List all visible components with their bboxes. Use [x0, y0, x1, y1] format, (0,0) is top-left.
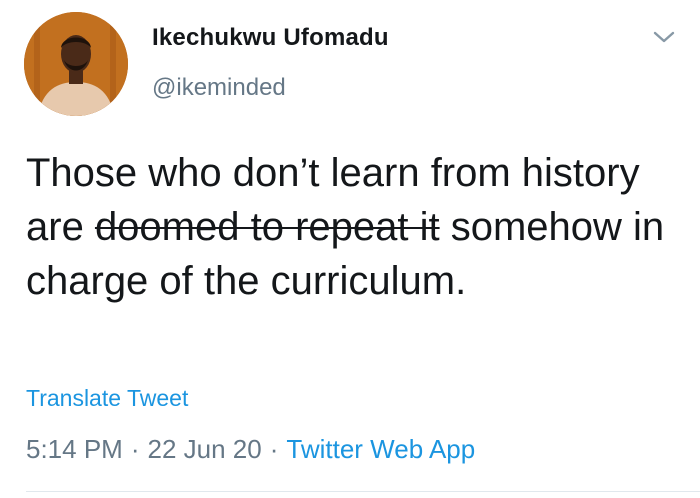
- translate-tweet-link[interactable]: Translate Tweet: [26, 385, 188, 412]
- meta-separator: ·: [269, 434, 279, 464]
- tweet-time[interactable]: 5:14 PM: [26, 434, 123, 464]
- tweet-metadata: 5:14 PM · 22 Jun 20 · Twitter Web App: [26, 434, 475, 465]
- tweet-card: Ikechukwu Ufomadu @ikeminded Those who d…: [0, 0, 700, 498]
- meta-separator: ·: [130, 434, 140, 464]
- tweet-text: Those who don’t learn from history are d…: [26, 146, 676, 308]
- avatar[interactable]: [24, 12, 128, 116]
- user-handle[interactable]: @ikeminded: [152, 74, 286, 102]
- avatar-image: [24, 12, 128, 116]
- chevron-down-icon[interactable]: [652, 28, 676, 46]
- display-name[interactable]: Ikechukwu Ufomadu: [152, 24, 389, 52]
- tweet-text-strikethrough: doomed to repeat it: [94, 205, 440, 249]
- tweet-date[interactable]: 22 Jun 20: [148, 434, 262, 464]
- tweet-source-link[interactable]: Twitter Web App: [286, 434, 475, 464]
- divider: [26, 491, 700, 492]
